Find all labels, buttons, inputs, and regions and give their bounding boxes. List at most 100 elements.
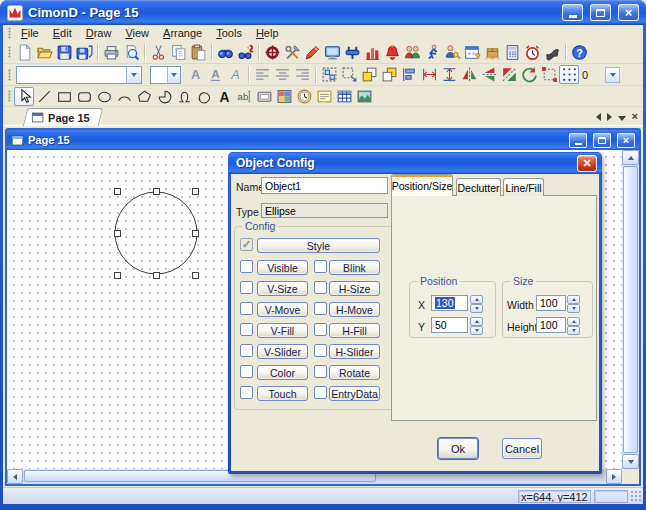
entrydata-checkbox[interactable] [314, 386, 327, 399]
paste-button[interactable] [188, 43, 208, 62]
arc-button[interactable] [114, 87, 134, 106]
polygon-button[interactable] [134, 87, 154, 106]
width-input[interactable]: 100 [536, 295, 566, 311]
dialog-close-button[interactable]: ✕ [577, 155, 597, 172]
height-spinner[interactable] [567, 317, 580, 333]
page-minimize-button[interactable] [569, 133, 587, 148]
toolbar-format-grip[interactable] [8, 69, 11, 81]
grid-size-dropdown[interactable] [605, 67, 620, 83]
rectangle-button[interactable] [54, 87, 74, 106]
transform-button[interactable] [539, 65, 559, 84]
ok-button[interactable]: Ok [438, 438, 478, 459]
alarm-button[interactable] [382, 43, 402, 62]
v-size-checkbox[interactable] [240, 281, 253, 294]
page-maximize-button[interactable] [593, 133, 611, 148]
selection-handle[interactable] [153, 188, 160, 195]
font-bold-a-button[interactable]: A [185, 65, 205, 84]
align-left-button[interactable] [252, 65, 272, 84]
new-button[interactable] [14, 43, 34, 62]
curve-button[interactable] [174, 87, 194, 106]
resize-grip[interactable] [630, 490, 642, 502]
selection-handle[interactable] [114, 230, 121, 237]
font-size-combo[interactable] [150, 66, 181, 84]
align-center-button[interactable] [272, 65, 292, 84]
canvas-shape-ellipse[interactable] [112, 189, 200, 277]
rounded-rectangle-button[interactable] [74, 87, 94, 106]
same-height-button[interactable] [439, 65, 459, 84]
tab-page-15[interactable]: Page 15 [23, 108, 103, 126]
timer-button[interactable] [522, 43, 542, 62]
closed-curve-button[interactable] [194, 87, 214, 106]
save-button[interactable] [54, 43, 74, 62]
h-move-checkbox[interactable] [314, 302, 327, 315]
visible-button[interactable]: Visible [257, 260, 308, 275]
scroll-down-button[interactable] [622, 454, 639, 469]
width-spinner[interactable] [567, 295, 580, 311]
font-underline-a-button[interactable]: A [205, 65, 225, 84]
save-all-button[interactable] [74, 43, 94, 62]
blink-checkbox[interactable] [314, 260, 327, 273]
font-combo-dropdown[interactable] [126, 67, 141, 83]
selection-handle[interactable] [192, 188, 199, 195]
height-input[interactable]: 100 [536, 317, 566, 333]
runner-button[interactable] [422, 43, 442, 62]
visible-checkbox[interactable] [240, 260, 253, 273]
h-fill-button[interactable]: H-Fill [329, 323, 380, 338]
menu-arrange[interactable]: Arrange [156, 26, 209, 40]
print-preview-button[interactable] [121, 43, 141, 62]
vertical-scrollbar[interactable] [622, 150, 639, 469]
clock-button[interactable] [294, 87, 314, 106]
select-button[interactable] [14, 87, 34, 106]
style-checkbox[interactable]: ✓ [240, 238, 253, 251]
copy-button[interactable] [168, 43, 188, 62]
spin-up[interactable] [567, 295, 580, 304]
v-slider-button[interactable]: V-Slider [257, 344, 308, 359]
tab-close-icon[interactable]: × [632, 111, 638, 122]
group-select-button[interactable] [319, 65, 339, 84]
menu-view[interactable]: View [118, 26, 156, 40]
align-right-button[interactable] [292, 65, 312, 84]
rotate-button[interactable]: Rotate [329, 365, 380, 380]
close-button[interactable]: × [618, 4, 639, 21]
same-width-button[interactable] [419, 65, 439, 84]
vertical-scroll-thumb[interactable] [623, 166, 638, 453]
blink-button[interactable]: Blink [329, 260, 380, 275]
font-combo[interactable] [16, 66, 142, 84]
bell-button[interactable] [542, 43, 562, 62]
tab-line-fill[interactable]: Line/Fill [503, 178, 544, 196]
users-button[interactable] [402, 43, 422, 62]
marker-button[interactable] [302, 43, 322, 62]
h-move-button[interactable]: H-Move [329, 302, 380, 317]
color-button[interactable]: Color [257, 365, 308, 380]
package-button[interactable] [482, 43, 502, 62]
spin-up[interactable] [470, 317, 483, 326]
user-key-button[interactable] [442, 43, 462, 62]
v-fill-checkbox[interactable] [240, 323, 253, 336]
v-move-button[interactable]: V-Move [257, 302, 308, 317]
rotate-checkbox[interactable] [314, 365, 327, 378]
calculator-button[interactable] [502, 43, 522, 62]
spin-up[interactable] [567, 317, 580, 326]
scroll-left-button[interactable] [7, 469, 23, 484]
tools-button[interactable] [282, 43, 302, 62]
spin-down[interactable] [470, 304, 483, 313]
tab-scroll-right-icon[interactable] [607, 113, 612, 121]
send-back-button[interactable] [379, 65, 399, 84]
ellipse-button[interactable] [94, 87, 114, 106]
bring-front-button[interactable] [359, 65, 379, 84]
h-size-button[interactable]: H-Size [329, 281, 380, 296]
bar-chart-button[interactable] [362, 43, 382, 62]
tab-position-size[interactable]: Position/Size [391, 174, 453, 196]
touch-button[interactable]: Touch [257, 386, 308, 401]
spin-down[interactable] [567, 326, 580, 335]
open-button[interactable] [34, 43, 54, 62]
screen-button[interactable] [322, 43, 342, 62]
v-fill-button[interactable]: V-Fill [257, 323, 308, 338]
find-button[interactable] [215, 43, 235, 62]
cancel-button[interactable]: Cancel [502, 438, 542, 459]
v-size-button[interactable]: V-Size [257, 281, 308, 296]
selection-handle[interactable] [114, 188, 121, 195]
cut-button[interactable] [148, 43, 168, 62]
spin-down[interactable] [567, 304, 580, 313]
plug-button[interactable] [342, 43, 362, 62]
